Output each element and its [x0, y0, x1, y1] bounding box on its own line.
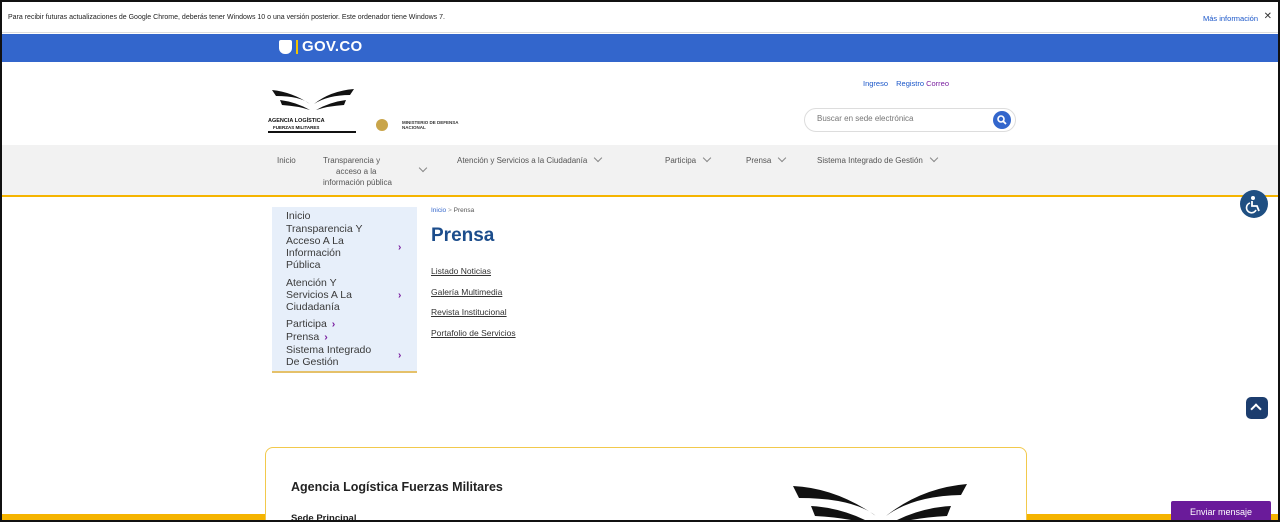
- header-top-links: Ingreso Registro Correo: [863, 79, 955, 88]
- chevron-down-icon: [702, 153, 712, 163]
- accessibility-button[interactable]: [1240, 190, 1268, 218]
- nav-transparencia-line3: información pública: [323, 178, 392, 187]
- nav-item-sig[interactable]: Sistema Integrado de Gestión: [817, 153, 939, 166]
- nav-item-transparencia[interactable]: Transparencia y acceso a la información …: [323, 155, 392, 188]
- side-item-inicio[interactable]: Inicio: [286, 210, 311, 222]
- side-transparencia-line1: Transparencia Y: [286, 223, 363, 235]
- side-transparencia-line4: Pública: [286, 259, 321, 271]
- side-atencion-line3: Ciudadanía: [286, 301, 340, 313]
- footer-info-card: Agencia Logística Fuerzas Militares Sede…: [265, 447, 1027, 522]
- mail-link[interactable]: Correo: [926, 79, 949, 88]
- side-atencion-line1: Atención Y: [286, 277, 337, 289]
- browser-viewport: Para recibir futuras actualizaciones de …: [0, 0, 1280, 522]
- chevron-up-icon: [1250, 403, 1262, 415]
- gov-co-logo[interactable]: GOV.CO: [279, 38, 362, 55]
- scroll-to-top-button[interactable]: [1246, 397, 1268, 419]
- side-item-atencion[interactable]: Atención Y Servicios A La Ciudadanía: [286, 277, 352, 313]
- breadcrumb: Inicio > Prensa: [431, 207, 474, 214]
- side-sig-line1: Sistema Integrado: [286, 344, 372, 356]
- register-link[interactable]: Registro: [896, 79, 924, 88]
- footer-sede-heading: Sede Principal: [291, 513, 357, 522]
- link-listado-noticias[interactable]: Listado Noticias: [431, 266, 491, 276]
- link-galeria-multimedia[interactable]: Galería Multimedia: [431, 287, 502, 297]
- nav-transparencia-line2: acceso a la: [336, 167, 377, 176]
- accessibility-icon: [1245, 196, 1260, 214]
- more-info-link[interactable]: Más información: [1203, 14, 1258, 23]
- agency-logo[interactable]: AGENCIA LOGÍSTICA FUERZAS MILITARES: [268, 86, 358, 136]
- ministry-seal-icon: [376, 119, 388, 131]
- side-prensa-label: Prensa: [286, 331, 320, 343]
- agency-logo-text: AGENCIA LOGÍSTICA: [268, 118, 325, 124]
- chrome-notice-text: Para recibir futuras actualizaciones de …: [8, 13, 445, 21]
- side-item-participa[interactable]: Participa ›: [286, 318, 335, 330]
- chevron-down-icon[interactable]: [418, 163, 428, 173]
- chevron-right-icon: ›: [324, 331, 328, 343]
- send-message-button[interactable]: Enviar mensaje: [1171, 501, 1271, 520]
- nav-participa-label: Participa: [665, 156, 697, 165]
- main-nav: Inicio Transparencia y acceso a la infor…: [2, 145, 1278, 197]
- logo-separator: [296, 39, 298, 54]
- ministry-logo[interactable]: MINISTERIO DE DEFENSA NACIONAL: [376, 119, 459, 131]
- logo-underline: [268, 131, 356, 133]
- agency-logo-subtext: FUERZAS MILITARES: [273, 125, 320, 130]
- search-input[interactable]: [817, 114, 977, 123]
- nav-prensa-label: Prensa: [746, 156, 772, 165]
- side-sig-line2: De Gestión: [286, 356, 339, 368]
- footer-org-name: Agencia Logística Fuerzas Militares: [291, 480, 503, 494]
- side-transparencia-line3: Información: [286, 247, 341, 259]
- chevron-down-icon: [929, 153, 939, 163]
- breadcrumb-current: Prensa: [453, 207, 475, 214]
- chevron-right-icon: ›: [331, 318, 336, 330]
- login-link[interactable]: Ingreso: [863, 79, 888, 88]
- side-transparencia-line2: Acceso A La: [286, 235, 344, 247]
- nav-item-inicio[interactable]: Inicio: [277, 155, 296, 166]
- nav-sig-label: Sistema Integrado de Gestión: [817, 156, 923, 165]
- nav-item-atencion[interactable]: Atención y Servicios a la Ciudadanía: [457, 153, 603, 166]
- link-portafolio-servicios[interactable]: Portafolio de Servicios: [431, 328, 516, 338]
- gov-co-bar: GOV.CO: [2, 34, 1278, 62]
- nav-transparencia-line1: Transparencia y: [323, 156, 381, 165]
- chevron-right-icon[interactable]: ›: [398, 242, 401, 253]
- wings-icon: [793, 484, 967, 520]
- search-box: [804, 108, 1016, 132]
- side-item-transparencia[interactable]: Transparencia Y Acceso A La Información …: [286, 223, 362, 271]
- close-icon[interactable]: ✕: [1264, 11, 1272, 22]
- chevron-down-icon: [778, 153, 787, 163]
- side-participa-label: Participa: [286, 318, 327, 330]
- breadcrumb-separator: >: [446, 207, 454, 214]
- chevron-right-icon[interactable]: ›: [398, 290, 401, 301]
- nav-item-participa[interactable]: Participa: [665, 153, 712, 166]
- side-atencion-line2: Servicios A La: [286, 289, 352, 301]
- page-title: Prensa: [431, 225, 495, 246]
- wings-icon: [272, 89, 354, 110]
- section-side-menu: Inicio Transparencia Y Acceso A La Infor…: [272, 207, 417, 373]
- search-button[interactable]: [993, 111, 1011, 129]
- chevron-down-icon: [594, 153, 603, 163]
- chevron-right-icon[interactable]: ›: [398, 350, 401, 361]
- side-item-prensa[interactable]: Prensa ›: [286, 331, 328, 343]
- colombia-shield-icon: [279, 39, 292, 54]
- link-revista-institucional[interactable]: Revista Institucional: [431, 307, 507, 317]
- search-icon: [997, 115, 1007, 125]
- nav-atencion-label: Atención y Servicios a la Ciudadanía: [457, 156, 588, 165]
- nav-item-prensa[interactable]: Prensa: [746, 153, 787, 166]
- side-item-sig[interactable]: Sistema Integrado De Gestión: [286, 344, 371, 368]
- site-header: AGENCIA LOGÍSTICA FUERZAS MILITARES MINI…: [2, 62, 1278, 145]
- breadcrumb-home-link[interactable]: Inicio: [431, 207, 446, 214]
- ministry-name-line2: NACIONAL: [402, 125, 426, 130]
- gov-co-text: GOV.CO: [302, 38, 363, 55]
- chrome-update-infobar: Para recibir futuras actualizaciones de …: [2, 2, 1278, 33]
